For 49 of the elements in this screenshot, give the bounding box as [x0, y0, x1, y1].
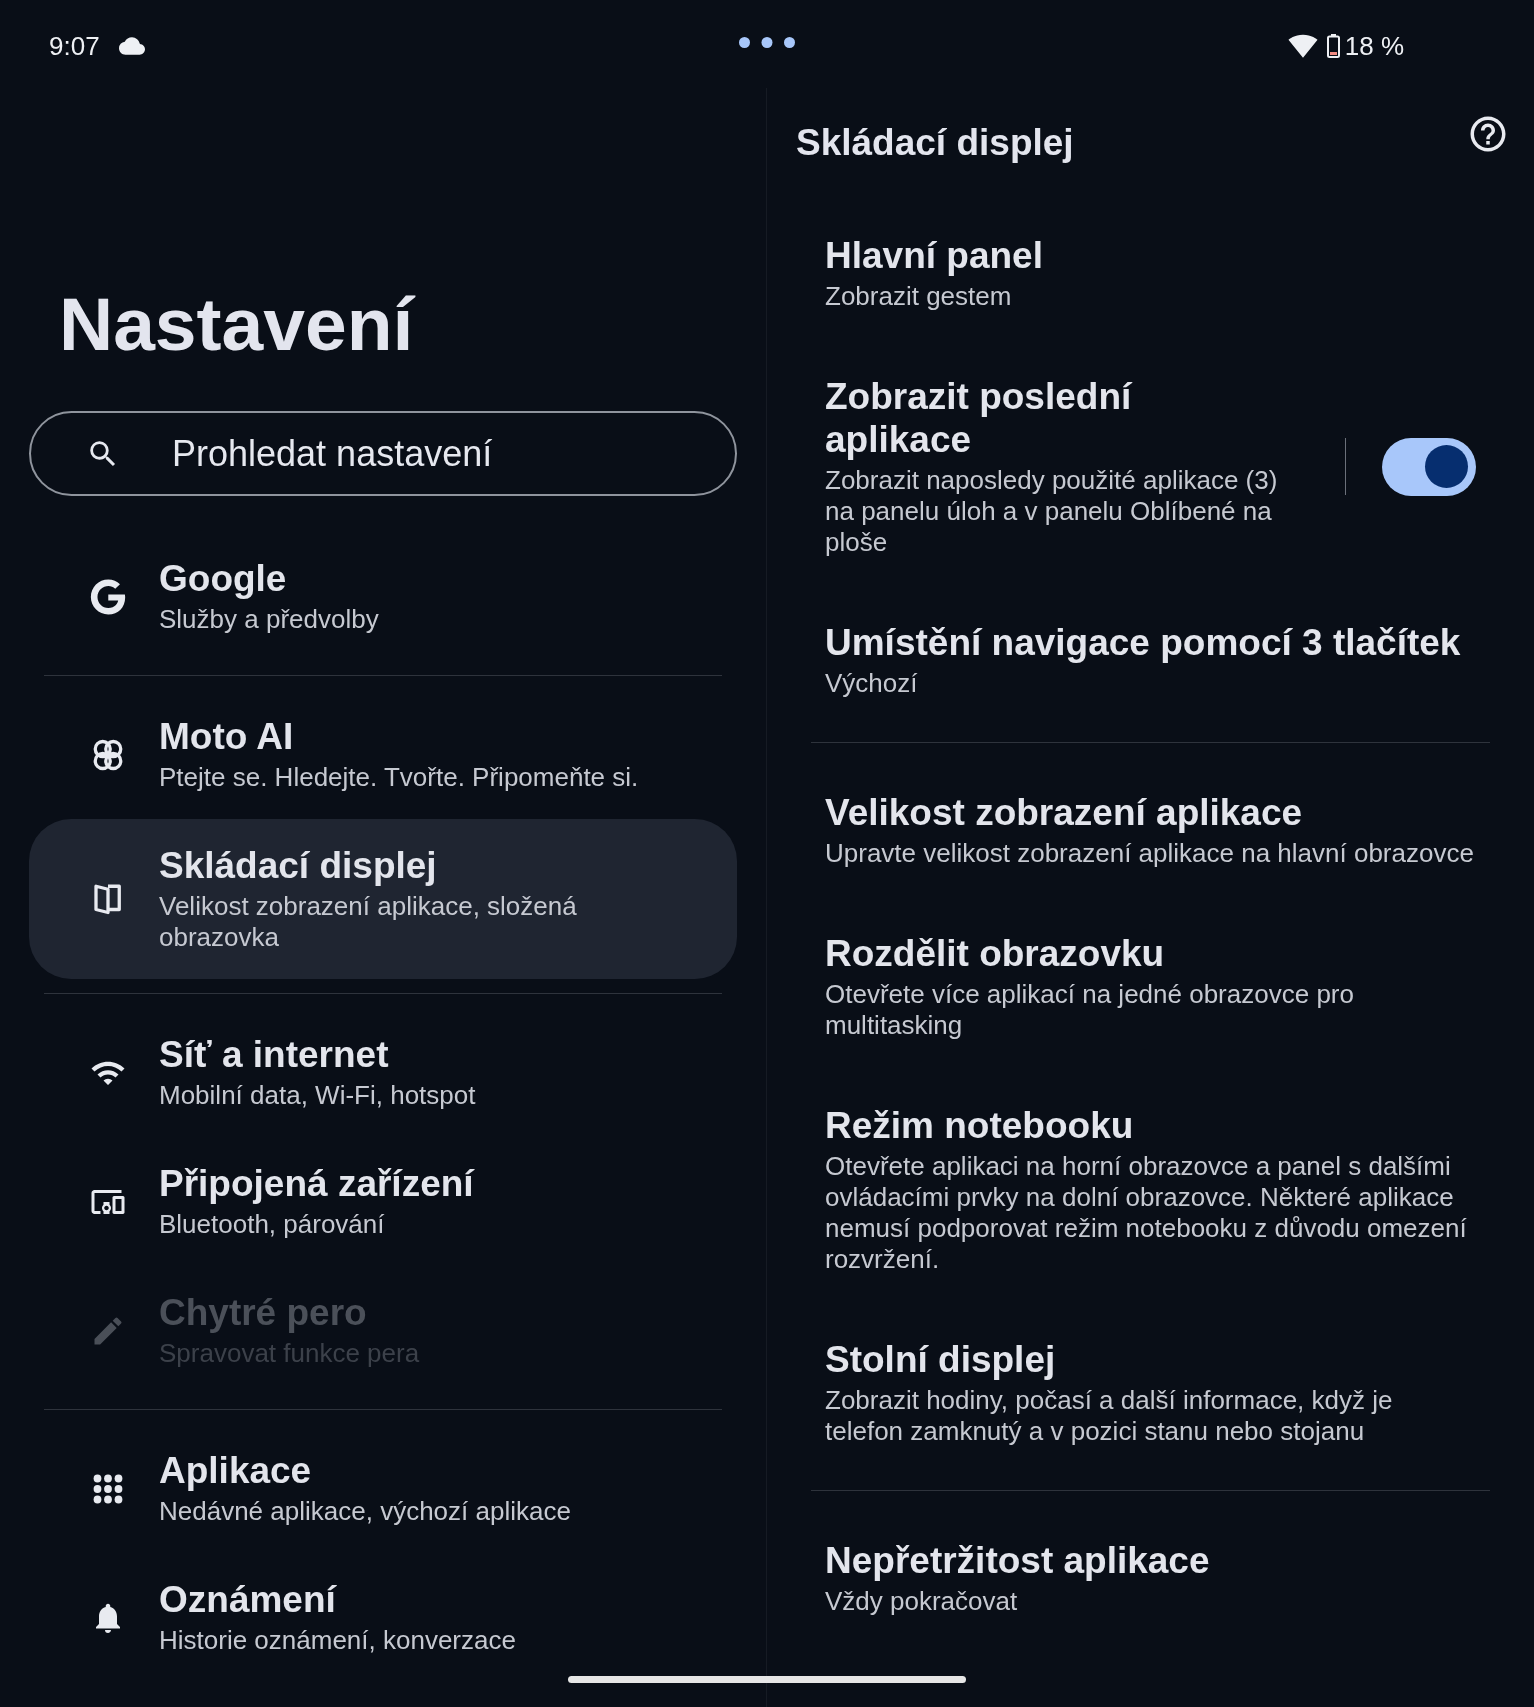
- panel-title: Skládací displej: [796, 121, 1074, 165]
- setting-description: Zobrazit gestem: [825, 281, 1013, 312]
- setting-description: Otevřete více aplikací na jedné obrazovce pro multitasking: [825, 979, 1355, 1041]
- setting-description: Vždy pokračovat: [825, 1586, 1019, 1617]
- item-title: Aplikace: [159, 1450, 313, 1492]
- setting-title[interactable]: Hlavní panel: [825, 234, 1475, 277]
- battery-percentage: 18 %: [1344, 31, 1404, 61]
- item-subtitle: Velikost zobrazení aplikace, složená obrazovka: [159, 891, 578, 953]
- ellipsis-icon[interactable]: [739, 36, 795, 48]
- battery-icon: [1326, 34, 1340, 58]
- setting-title[interactable]: Rozdělit obrazovku: [825, 932, 1475, 975]
- setting-description: Výchozí: [825, 668, 919, 699]
- settings-item[interactable]: Síť a internet Mobilní data, Wi-Fi, hotspot: [29, 1008, 737, 1137]
- setting-description: Zobrazit naposledy použité aplikace (3) na panelu úloh a v panelu Oblíbené na ploše: [825, 465, 1279, 558]
- setting-title[interactable]: Velikost zobrazení aplikace: [825, 791, 1475, 834]
- settings-item[interactable]: Oznámení Historie oznámení, konverzace: [29, 1553, 737, 1682]
- settings-item[interactable]: Aplikace Nedávné aplikace, výchozí aplikace: [29, 1424, 737, 1553]
- item-subtitle: Ptejte se. Hledejte. Tvořte. Připomeňte si.: [159, 762, 639, 793]
- g-logo-icon: [90, 578, 126, 615]
- page-title: Nastavení: [59, 286, 414, 362]
- setting-description: Otevřete aplikaci na horní obrazovce a panel s dalšími ovládacími prvky na dolní obrazovce. Některé aplikace nemusí podporovat režim notebooku z důvodu omezení rozvržení.: [825, 1151, 1468, 1275]
- item-subtitle: Služby a předvolby: [159, 604, 379, 635]
- item-subtitle: Mobilní data, Wi-Fi, hotspot: [159, 1080, 476, 1111]
- item-title: Moto AI: [159, 716, 295, 758]
- item-subtitle: Nedávné aplikace, výchozí aplikace: [159, 1496, 571, 1527]
- toggle-switch[interactable]: [1382, 437, 1476, 496]
- settings-item[interactable]: Google Služby a předvolby: [29, 532, 737, 661]
- setting-description: Zobrazit hodiny, počasí a další informace, když je telefon zamknutý a v pozici stanu nebo stojanu: [825, 1385, 1394, 1447]
- search-placeholder: Prohledat nastavení: [172, 432, 493, 475]
- toggle-thumb: [1425, 445, 1468, 488]
- item-subtitle: Historie oznámení, konverzace: [159, 1625, 516, 1656]
- setting-title[interactable]: Nepřetržitost aplikace: [825, 1539, 1475, 1582]
- item-subtitle: Bluetooth, párování: [159, 1209, 386, 1240]
- setting-title[interactable]: Stolní displej: [825, 1338, 1475, 1381]
- search-field[interactable]: Prohledat nastavení: [29, 411, 737, 496]
- item-title: Síť a internet: [159, 1034, 390, 1076]
- settings-item[interactable]: Skládací displej Velikost zobrazení aplikace, složená obrazovka: [29, 819, 737, 979]
- settings-item[interactable]: Připojená zařízení Bluetooth, párování: [29, 1137, 737, 1266]
- clock-time: 9:07: [49, 31, 100, 61]
- setting-title[interactable]: Režim notebooku: [825, 1104, 1475, 1147]
- item-title: Chytré pero: [159, 1292, 368, 1334]
- item-title: Skládací displej: [159, 845, 438, 887]
- item-title: Google: [159, 558, 288, 600]
- item-title: Připojená zařízení: [159, 1163, 474, 1205]
- setting-description: Upravte velikost zobrazení aplikace na hlavní obrazovce: [825, 838, 1475, 869]
- setting-title[interactable]: Umístění navigace pomocí 3 tlačítek: [825, 621, 1475, 664]
- item-title: Oznámení: [159, 1579, 338, 1621]
- settings-item[interactable]: Moto AI Ptejte se. Hledejte. Tvořte. Připomeňte si.: [29, 690, 737, 819]
- setting-title[interactable]: Zobrazit poslední aplikace: [825, 375, 1265, 461]
